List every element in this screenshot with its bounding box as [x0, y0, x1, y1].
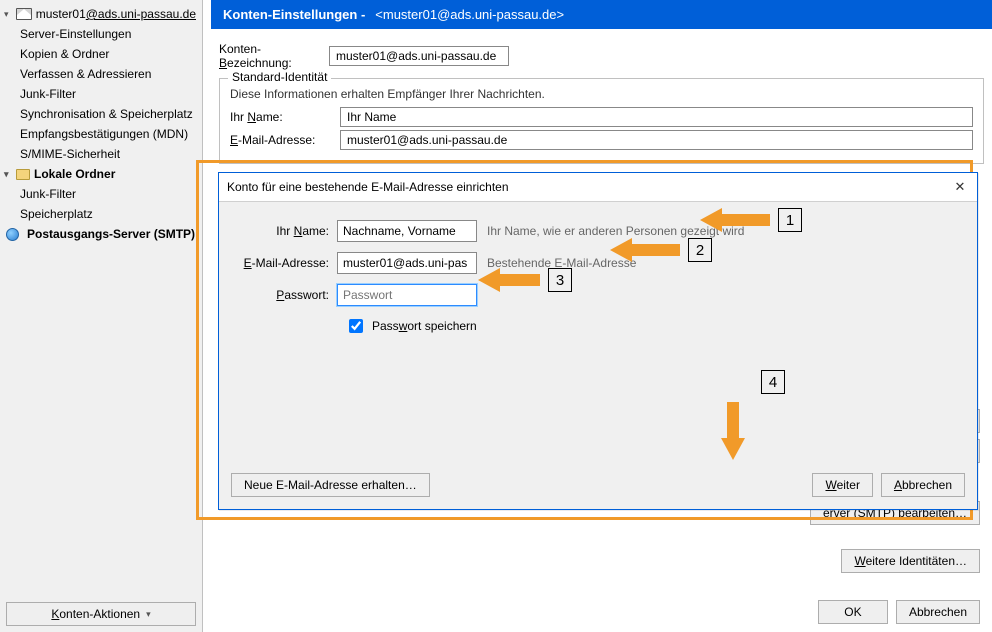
annotation-number-2: 2: [688, 238, 712, 262]
local-folders-label: Lokale Ordner: [34, 167, 115, 181]
setup-dialog: Konto für eine bestehende E-Mail-Adresse…: [218, 172, 978, 510]
identity-fieldset: Standard-Identität Diese Informationen e…: [219, 78, 984, 164]
new-email-button[interactable]: Neue E-Mail-Adresse erhalten…: [231, 473, 430, 497]
ok-button[interactable]: OK: [818, 600, 888, 624]
designation-input[interactable]: [329, 46, 509, 66]
titlebar-prefix: Konten-Einstellungen -: [223, 7, 365, 22]
account-root-label: muster01@ads.uni-passau.de: [36, 7, 196, 21]
dlg-email-input[interactable]: [337, 252, 477, 274]
globe-icon: [6, 228, 19, 241]
dialog-title-text: Konto für eine bestehende E-Mail-Adresse…: [227, 180, 509, 194]
dlg-name-label: Ihr Name:: [235, 224, 337, 238]
name-label: Ihr Name:: [230, 110, 340, 124]
more-identities-button[interactable]: Weitere Identitäten…: [841, 549, 980, 573]
folder-icon: [16, 169, 30, 180]
sidebar-item-server-settings[interactable]: Server-Einstellungen: [0, 24, 202, 44]
checkbox-icon[interactable]: [349, 319, 363, 333]
sidebar-item-mdn[interactable]: Empfangsbestätigungen (MDN): [0, 124, 202, 144]
close-icon[interactable]: ✕: [951, 178, 969, 196]
arrow-icon: [610, 238, 680, 262]
sidebar-item-sync-storage[interactable]: Synchronisation & Speicherplatz: [0, 104, 202, 124]
arrow-icon: [478, 268, 540, 292]
account-actions-button[interactable]: Konten-Aktionen: [6, 602, 196, 626]
dlg-email-label: E-Mail-Adresse:: [235, 256, 337, 270]
sidebar-item-local-storage[interactable]: Speicherplatz: [0, 204, 202, 224]
sidebar: ▾ muster01@ads.uni-passau.de Server-Eins…: [0, 0, 203, 632]
account-root[interactable]: ▾ muster01@ads.uni-passau.de: [0, 4, 202, 24]
annotation-number-4: 4: [761, 370, 785, 394]
dlg-password-input[interactable]: [337, 284, 477, 306]
dialog-titlebar: Konto für eine bestehende E-Mail-Adresse…: [219, 173, 977, 202]
annotation-number-3: 3: [548, 268, 572, 292]
next-button[interactable]: Weiter: [812, 473, 872, 497]
dlg-name-input[interactable]: [337, 220, 477, 242]
cancel-button[interactable]: Abbrechen: [896, 600, 980, 624]
dlg-password-label: Passwort:: [235, 288, 337, 302]
arrow-icon: [700, 208, 770, 232]
smtp-label: Postausgangs-Server (SMTP): [27, 227, 195, 241]
dlg-cancel-button[interactable]: Abbrechen: [881, 473, 965, 497]
designation-label: Konten-Bezeichnung:: [219, 42, 329, 70]
arrow-down-icon: [721, 402, 745, 460]
mail-icon: [16, 8, 32, 20]
titlebar: Konten-Einstellungen - <muster01@ads.uni…: [211, 0, 992, 29]
annotation-number-1: 1: [778, 208, 802, 232]
sidebar-item-junk-filter[interactable]: Junk-Filter: [0, 84, 202, 104]
identity-hint: Diese Informationen erhalten Empfänger I…: [230, 87, 973, 101]
local-folders-root[interactable]: ▾ Lokale Ordner: [0, 164, 202, 184]
identity-legend: Standard-Identität: [228, 70, 331, 84]
titlebar-email: <muster01@ads.uni-passau.de>: [375, 7, 564, 22]
email-label: E-Mail-Adresse:: [230, 133, 340, 147]
chevron-down-icon: ▾: [4, 169, 12, 180]
sidebar-item-copies-folders[interactable]: Kopien & Ordner: [0, 44, 202, 64]
sidebar-item-local-junk[interactable]: Junk-Filter: [0, 184, 202, 204]
name-input[interactable]: [340, 107, 973, 127]
account-tree: ▾ muster01@ads.uni-passau.de Server-Eins…: [0, 0, 202, 598]
email-input[interactable]: [340, 130, 973, 150]
dlg-save-password-label: Passwort speichern: [372, 319, 477, 333]
chevron-down-icon: ▾: [4, 9, 12, 20]
sidebar-item-smime[interactable]: S/MIME-Sicherheit: [0, 144, 202, 164]
smtp-root[interactable]: Postausgangs-Server (SMTP): [0, 224, 202, 244]
sidebar-item-compose-address[interactable]: Verfassen & Adressieren: [0, 64, 202, 84]
dlg-save-password-checkbox[interactable]: Passwort speichern: [345, 316, 961, 336]
